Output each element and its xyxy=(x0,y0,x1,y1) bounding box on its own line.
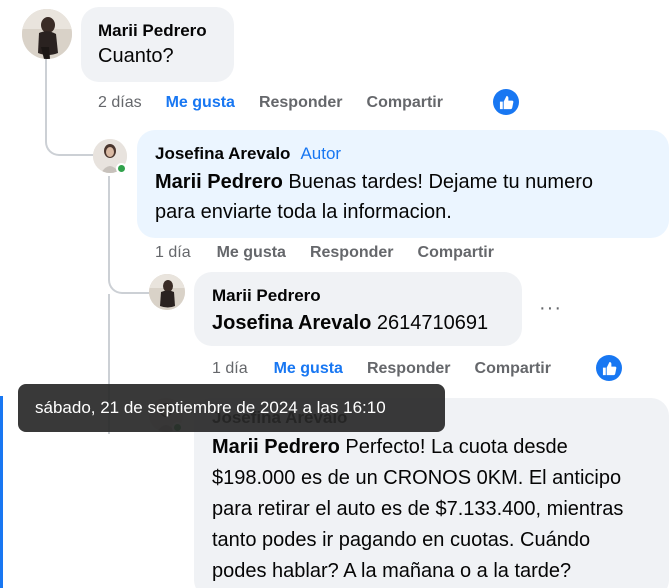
comment-text: Marii Pedrero Buenas tardes! Dejame tu n… xyxy=(155,167,651,227)
comment-actions: 2 días Me gusta Responder Compartir xyxy=(98,94,467,112)
comment-text-line: para enviarte toda la informacion. xyxy=(155,201,452,223)
comment-text-line: 2614710691 xyxy=(371,312,489,334)
comment-actions: 1 día Me gusta Responder Compartir xyxy=(155,244,518,262)
comment-text-line: podes hablar? A la mañana o a la tarde? xyxy=(212,560,572,582)
avatar[interactable] xyxy=(22,9,72,59)
reply-button[interactable]: Responder xyxy=(367,360,451,378)
timestamp-tooltip: sábado, 21 de septiembre de 2024 a las 1… xyxy=(18,384,445,432)
comment-actions: 1 día Me gusta Responder Compartir xyxy=(212,360,575,378)
comment-author[interactable]: Josefina Arevalo xyxy=(155,144,290,163)
comment-text: Cuanto? xyxy=(98,45,174,67)
comment-author[interactable]: Marii Pedrero xyxy=(212,285,504,307)
reply-button[interactable]: Responder xyxy=(310,244,394,262)
mention-link[interactable]: Marii Pedrero xyxy=(155,171,283,193)
comment-timestamp[interactable]: 1 día xyxy=(155,244,191,262)
comment-bubble: Josefina Arevalo Autor Marii Pedrero Buen… xyxy=(137,130,669,238)
avatar[interactable] xyxy=(149,274,185,310)
comment-text: Marii Pedrero Perfecto! La cuota desde $… xyxy=(212,432,651,587)
reply-button[interactable]: Responder xyxy=(259,94,343,112)
share-button[interactable]: Compartir xyxy=(418,244,494,262)
share-button[interactable]: Compartir xyxy=(475,360,551,378)
comment-bubble: Marii Pedrero Cuanto? xyxy=(81,7,234,82)
share-button[interactable]: Compartir xyxy=(367,94,443,112)
mention-link[interactable]: Marii Pedrero xyxy=(212,436,340,458)
thumbs-up-icon[interactable] xyxy=(493,89,519,115)
more-options-icon[interactable]: ··· xyxy=(539,297,562,320)
thumbs-up-icon[interactable] xyxy=(596,355,622,381)
comment-timestamp[interactable]: 1 día xyxy=(212,360,248,378)
comment-text-line: para retirar el auto es de $7.133.400, m… xyxy=(212,498,624,520)
focus-indicator xyxy=(0,396,3,588)
comment-text: Josefina Arevalo 2614710691 xyxy=(212,308,504,338)
comment-timestamp[interactable]: 2 días xyxy=(98,94,142,112)
comment-author[interactable]: Marii Pedrero xyxy=(98,20,217,42)
like-button[interactable]: Me gusta xyxy=(166,94,235,112)
comment-author-line: Josefina Arevalo Autor xyxy=(155,143,651,165)
avatar-photo-icon xyxy=(149,274,185,310)
comment-text-line: $198.000 es de un CRONOS 0KM. El anticip… xyxy=(212,467,622,489)
online-status-icon xyxy=(116,163,127,174)
comment-text-line: tanto podes ir pagando en cuotas. Cuándo xyxy=(212,529,591,551)
like-button[interactable]: Me gusta xyxy=(274,360,343,378)
like-button[interactable]: Me gusta xyxy=(217,244,286,262)
comment-text-line: Perfecto! La cuota desde xyxy=(339,436,568,458)
comment-bubble: Marii Pedrero Josefina Arevalo 261471069… xyxy=(194,272,522,346)
comment-text-line: Buenas tardes! Dejame tu numero xyxy=(282,171,593,193)
mention-link[interactable]: Josefina Arevalo xyxy=(212,312,371,334)
author-badge: Autor xyxy=(300,144,342,163)
avatar-photo-icon xyxy=(22,9,72,59)
